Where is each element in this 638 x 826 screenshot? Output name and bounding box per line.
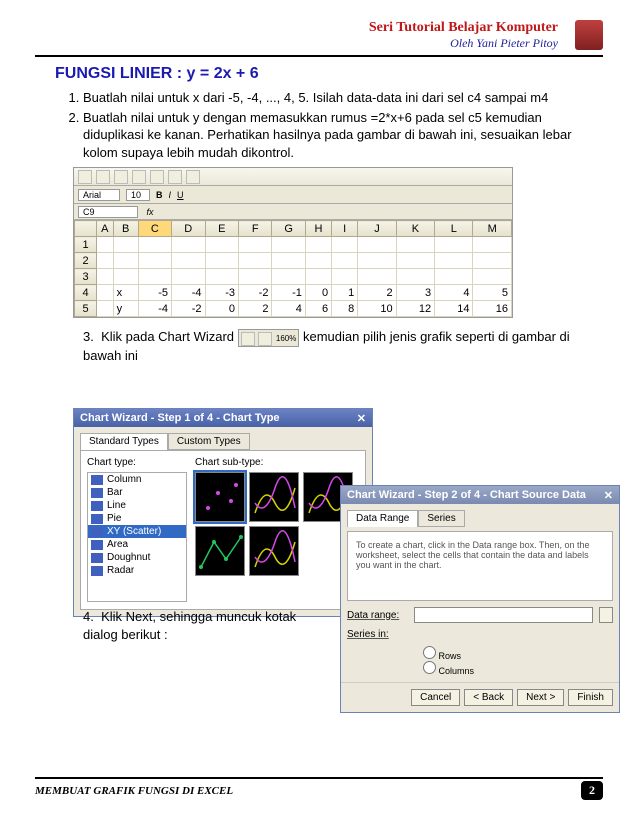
tab-series[interactable]: Series (418, 510, 464, 527)
italic-icon: I (169, 190, 172, 200)
chart-wizard-step2-dialog: Chart Wizard - Step 2 of 4 - Chart Sourc… (340, 485, 620, 713)
chart-subtype-label: Chart sub-type: (195, 457, 353, 468)
chart-type-item[interactable]: Area (88, 538, 186, 551)
next-button[interactable]: Next > (517, 689, 564, 706)
subtype-scatter-lines-nomarker[interactable] (249, 526, 299, 576)
header-divider (35, 55, 603, 57)
tab-custom-types[interactable]: Custom Types (168, 433, 250, 450)
chart-wizard-icon (241, 332, 255, 346)
chart-type-icon (91, 566, 103, 576)
save-icon (114, 170, 128, 184)
zoom-value: 160% (276, 334, 296, 343)
bold-icon: B (156, 190, 163, 200)
cut-icon (150, 170, 164, 184)
chart-wizard-step1-dialog: Chart Wizard - Step 1 of 4 - Chart Type … (73, 408, 373, 617)
paste-icon (186, 170, 200, 184)
radio-rows[interactable]: Rows (423, 646, 613, 661)
chart-type-item[interactable]: Column (88, 473, 186, 486)
chart-type-icon (91, 475, 103, 485)
chart-type-icon (91, 527, 103, 537)
wizard1-titlebar: Chart Wizard - Step 1 of 4 - Chart Type … (74, 409, 372, 427)
new-icon (78, 170, 92, 184)
chart-type-icon (91, 488, 103, 498)
spreadsheet-grid: ABCDEFGHIJKLM 1234x-5-4-3-2-10123455y-4-… (74, 220, 512, 317)
excel-toolbar (74, 168, 512, 186)
close-icon[interactable]: ✕ (604, 489, 613, 502)
chart-subtype-grid[interactable] (195, 472, 353, 576)
subtype-scatter-points[interactable] (195, 472, 245, 522)
open-icon (96, 170, 110, 184)
step-4: 4. Klik Next, sehingga muncuk kotak dial… (55, 608, 305, 643)
print-icon (132, 170, 146, 184)
chart-type-icon (91, 540, 103, 550)
font-name: Arial (78, 189, 120, 201)
chart-type-item[interactable]: Line (88, 499, 186, 512)
copy-icon (168, 170, 182, 184)
page-title: FUNGSI LINIER : y = 2x + 6 (55, 65, 583, 83)
step-3: 3. Klik pada Chart Wizard 160% kemudian … (55, 328, 583, 364)
tab-standard-types[interactable]: Standard Types (80, 433, 168, 450)
logo-icon (575, 20, 603, 50)
cancel-button[interactable]: Cancel (411, 689, 460, 706)
preview-hint: To create a chart, click in the Data ran… (347, 531, 613, 601)
chart-type-label: Chart type: (87, 457, 187, 468)
chart-type-icon (91, 514, 103, 524)
page-number: 2 (581, 781, 603, 800)
tab-data-range[interactable]: Data Range (347, 510, 418, 527)
excel-screenshot: Arial 10 B I U C9 fx ABCDEFGHIJKLM 1234x… (73, 167, 513, 318)
wizard2-titlebar: Chart Wizard - Step 2 of 4 - Chart Sourc… (341, 486, 619, 504)
chart-type-item[interactable]: Pie (88, 512, 186, 525)
subtype-scatter-smooth[interactable] (249, 472, 299, 522)
radio-columns[interactable]: Columns (423, 661, 613, 676)
close-icon[interactable]: ✕ (357, 412, 366, 425)
chart-type-list[interactable]: ColumnBarLinePieXY (Scatter)AreaDoughnut… (87, 472, 187, 602)
chart-icon-2 (258, 332, 272, 346)
underline-icon: U (177, 190, 184, 200)
chart-type-item[interactable]: Radar (88, 564, 186, 577)
name-box: C9 (78, 206, 138, 218)
page-footer: MEMBUAT GRAFIK FUNGSI DI EXCEL 2 (35, 777, 603, 800)
chart-type-item[interactable]: XY (Scatter) (88, 525, 186, 538)
back-button[interactable]: < Back (464, 689, 513, 706)
finish-button[interactable]: Finish (568, 689, 613, 706)
data-range-label: Data range: (347, 610, 408, 621)
author-line: Oleh Yani Pieter Pitoy (0, 36, 558, 51)
chart-type-icon (91, 553, 103, 563)
formula-bar: C9 fx (74, 204, 512, 220)
step-1: Buatlah nilai untuk x dari -5, -4, ..., … (83, 89, 583, 107)
format-toolbar: Arial 10 B I U (74, 186, 512, 204)
subtype-scatter-lines[interactable] (195, 526, 245, 576)
range-picker-icon[interactable] (599, 607, 613, 623)
font-size: 10 (126, 189, 150, 201)
series-in-label: Series in: (347, 629, 417, 640)
chart-type-item[interactable]: Doughnut (88, 551, 186, 564)
chart-wizard-toolbar-snip: 160% (238, 329, 300, 347)
chart-type-icon (91, 501, 103, 511)
step-2: Buatlah nilai untuk y dengan memasukkan … (83, 109, 583, 162)
chart-type-item[interactable]: Bar (88, 486, 186, 499)
footer-title: MEMBUAT GRAFIK FUNGSI DI EXCEL (35, 785, 233, 797)
data-range-input[interactable] (414, 607, 593, 623)
series-title: Seri Tutorial Belajar Komputer (0, 20, 558, 36)
fx-icon: fx (142, 207, 158, 217)
